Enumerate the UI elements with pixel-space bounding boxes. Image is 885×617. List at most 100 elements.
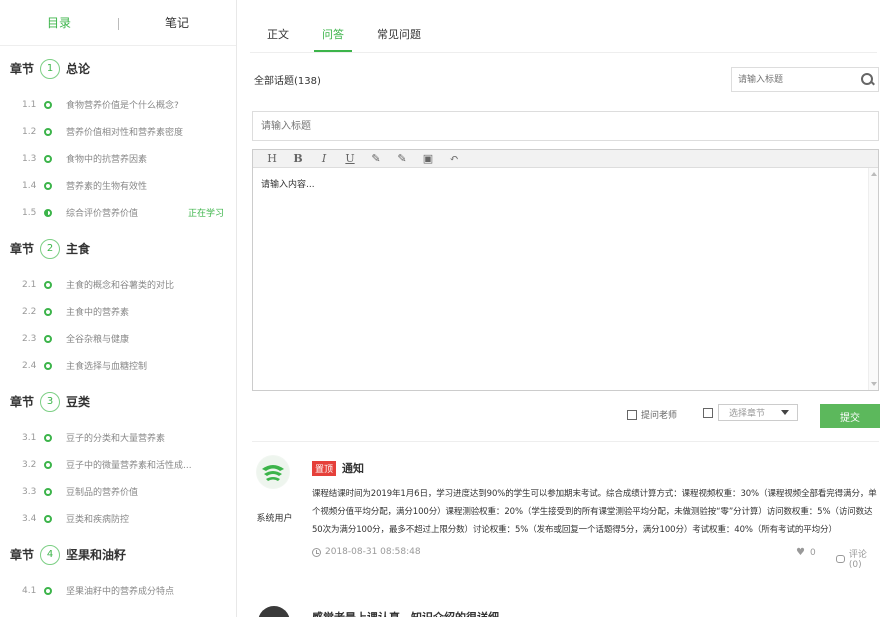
sidebar-tabs: 目录 笔记 [0,0,236,46]
avatar[interactable] [256,455,290,489]
comment-count: 评论(0) [848,550,867,570]
main-tabs: 正文 问答 常见问题 [250,0,877,53]
chapter-number: 2 [40,238,61,259]
pen-icon[interactable]: ✎ [367,152,385,165]
chapter-header[interactable]: 章节 1 总论 [0,46,236,91]
post-title[interactable]: 通知 [342,460,364,476]
lesson-title: 主食中的营养素 [66,308,130,318]
chapter-header[interactable]: 章节 4 坚果和油籽 [0,532,236,577]
progress-half-icon [44,208,52,217]
lesson-title: 豆子中的微量营养素和活性成... [66,461,192,471]
lesson-item[interactable]: 2.1 主食的概念和谷薯类的对比 [0,271,236,298]
image-icon[interactable]: ▣ [419,152,437,165]
search-input[interactable] [732,68,858,91]
divider [252,441,879,442]
lesson-item[interactable]: 3.2 豆子中的微量营养素和活性成... [0,451,236,478]
lesson-item[interactable]: 2.4 主食选择与血糖控制 [0,352,236,379]
lesson-item[interactable]: 3.4 豆类和疾病防控 [0,505,236,532]
italic-button[interactable]: I [315,152,333,165]
lesson-number: 3.1 [22,432,37,443]
underline-button[interactable]: U [341,152,359,165]
progress-circle-icon [44,100,52,109]
editor-toolbar: H B I U ✎ ✎ ▣ ↶ [253,150,878,168]
submit-row: 提问老师 选择章节 提交 [252,404,880,428]
clock-icon [312,547,321,557]
lesson-number: 3.2 [22,459,37,470]
lesson-item[interactable]: 3.3 豆制品的营养价值 [0,478,236,505]
progress-circle-icon [44,514,52,523]
lesson-item[interactable]: 1.3 食物中的抗营养因素 [0,145,236,172]
progress-circle-icon [44,181,52,190]
bold-button[interactable]: B [289,152,307,165]
tab-faq[interactable]: 常见问题 [377,0,421,52]
chapter-header[interactable]: 章节 2 主食 [0,226,236,271]
lesson-number: 1.5 [22,207,37,218]
tab-qa[interactable]: 问答 [314,0,352,52]
tab-content[interactable]: 正文 [267,0,289,52]
lesson-title: 豆制品的营养价值 [66,488,139,498]
scroll-up-icon[interactable] [871,172,877,176]
rich-text-editor: H B I U ✎ ✎ ▣ ↶ 请输入内容... [252,149,879,391]
lesson-item[interactable]: 1.2 营养价值相对性和营养素密度 [0,118,236,145]
chapter-select[interactable]: 选择章节 [718,404,798,421]
chapter-header[interactable]: 章节 3 豆类 [0,379,236,424]
post-content: 置顶 通知 课程结课时间为2019年1月6日，学习进度达到90%的学生可以参加期… [312,455,879,570]
progress-circle-icon [44,586,52,595]
lesson-item[interactable]: 3.1 豆子的分类和大量营养素 [0,424,236,451]
editor-placeholder: 请输入内容... [261,180,315,190]
post-body: 课程结课时间为2019年1月6日，学习进度达到90%的学生可以参加期末考试。综合… [312,489,877,535]
lesson-item[interactable]: 1.4 营养素的生物有效性 [0,172,236,199]
lesson-title: 坚果油籽中的营养成分特点 [66,587,175,597]
lesson-number: 3.3 [22,486,37,497]
avatar[interactable] [258,606,290,617]
progress-circle-icon [44,460,52,469]
chapter-list: 章节 1 总论 1.1 食物营养价值是个什么概念? 1.2 营养价值相对性和营养素密度 1.3… [0,46,236,604]
tab-catalog[interactable]: 目录 [0,14,118,31]
submit-button[interactable]: 提交 [820,404,880,428]
lesson-item[interactable]: 2.2 主食中的营养素 [0,298,236,325]
tab-separator [118,18,119,30]
progress-circle-icon [44,280,52,289]
lesson-title: 营养素的生物有效性 [66,182,148,192]
editor-content-area[interactable]: 请输入内容... [253,168,878,390]
like-count: 0 [809,547,816,558]
checkbox-box[interactable] [627,409,637,420]
editor-scrollbar[interactable] [868,168,878,390]
like-button[interactable]: ♥ 0 [796,547,816,558]
lesson-item[interactable]: 2.3 全谷杂粮与健康 [0,325,236,352]
progress-circle-icon [44,127,52,136]
undo-icon[interactable]: ↶ [445,152,463,165]
progress-circle-icon [44,361,52,370]
main-panel: 正文 问答 常见问题 全部话题(138) H B I U ✎ ✎ ▣ ↶ 请输入… [238,0,885,617]
ask-teacher-checkbox[interactable]: 提问老师 [627,408,677,421]
chapter-title: 总论 [66,62,91,76]
lesson-number: 2.4 [22,360,37,371]
search-icon[interactable] [858,70,878,90]
brush-icon[interactable]: ✎ [393,152,411,165]
lesson-title: 主食的概念和谷薯类的对比 [66,281,175,291]
lesson-title: 全谷杂粮与健康 [66,335,130,345]
lesson-item[interactable]: 1.5 综合评价营养价值 正在学习 [0,199,236,226]
search-box [731,67,879,92]
chapter-checkbox[interactable] [703,408,717,418]
post-meta: 2018-08-31 08:58:48 ♥ 0 评论(0) [312,547,879,570]
lesson-number: 1.2 [22,126,37,137]
chapter-number: 4 [40,544,61,565]
lesson-title: 营养价值相对性和营养素密度 [66,128,184,138]
chevron-down-icon [781,410,789,415]
lesson-status: 正在学习 [187,209,224,219]
tab-notes[interactable]: 笔记 [118,14,236,31]
lesson-number: 3.4 [22,513,37,524]
scroll-down-icon[interactable] [871,382,877,386]
post-title[interactable]: 感觉老是上课认真，知识介绍的很详细 [312,609,499,617]
post-author[interactable]: 系统用户 [252,511,297,524]
post-time: 2018-08-31 08:58:48 [325,547,421,557]
lesson-item[interactable]: 4.1 坚果油籽中的营养成分特点 [0,577,236,604]
comment-button[interactable]: 评论(0) [836,547,879,570]
heading-button[interactable]: H [263,152,281,165]
chapter-prefix: 章节 [10,242,35,256]
question-title-input[interactable] [252,111,879,141]
checkbox-box[interactable] [703,408,713,418]
lesson-number: 2.2 [22,306,37,317]
lesson-item[interactable]: 1.1 食物营养价值是个什么概念? [0,91,236,118]
